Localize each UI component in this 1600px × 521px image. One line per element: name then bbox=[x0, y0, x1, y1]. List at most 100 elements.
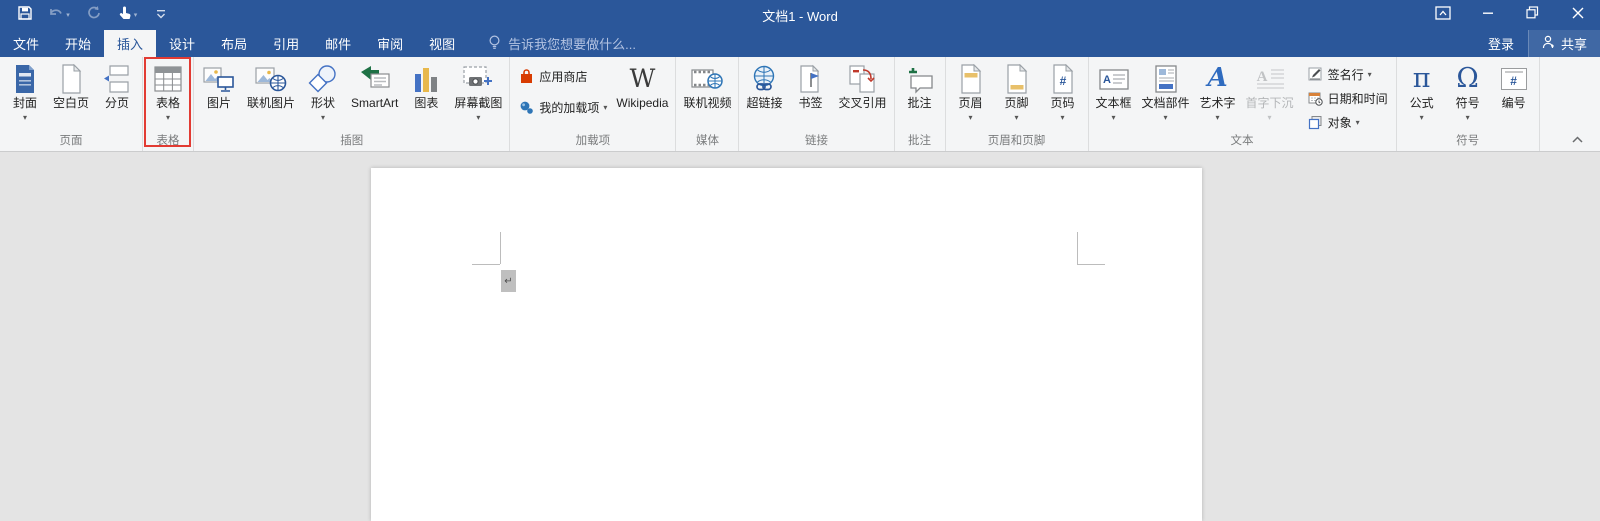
group-links-label: 链接 bbox=[741, 134, 891, 151]
date-time-button[interactable]: 日期和时间 bbox=[1307, 90, 1388, 107]
group-media-label: 媒体 bbox=[678, 134, 736, 151]
sign-in-label: 登录 bbox=[1488, 34, 1514, 53]
screenshot-button[interactable]: 屏幕截图 ▾ bbox=[449, 60, 507, 123]
svg-text:#: # bbox=[1059, 74, 1066, 88]
table-button[interactable]: 表格 ▾ bbox=[145, 60, 191, 123]
wikipedia-button[interactable]: W Wikipedia bbox=[611, 60, 673, 123]
group-table-label: 表格 bbox=[145, 134, 191, 151]
store-button[interactable]: 应用商店 bbox=[518, 68, 607, 85]
drop-cap-button[interactable]: A 首字下沉 ▾ bbox=[1241, 60, 1299, 123]
save-icon bbox=[17, 5, 33, 26]
tab-mailings[interactable]: 邮件 bbox=[312, 30, 364, 57]
tab-review[interactable]: 审阅 bbox=[364, 30, 416, 57]
object-button[interactable]: 对象 ▾ bbox=[1307, 114, 1388, 131]
undo-button[interactable]: ▾ bbox=[42, 0, 76, 30]
header-button[interactable]: 页眉 ▾ bbox=[948, 60, 994, 123]
page-number-button[interactable]: # 页码 ▾ bbox=[1040, 60, 1086, 123]
blank-page-label: 空白页 bbox=[53, 96, 89, 111]
shapes-button[interactable]: 形状 ▾ bbox=[300, 60, 346, 123]
online-pictures-button[interactable]: 联机图片 bbox=[242, 60, 300, 123]
my-addins-dropdown-icon: ▾ bbox=[603, 103, 607, 113]
group-addins-label: 加载项 bbox=[512, 134, 673, 151]
cover-page-dropdown-icon: ▾ bbox=[23, 113, 27, 123]
smartart-button[interactable]: SmartArt bbox=[346, 60, 403, 123]
tab-layout[interactable]: 布局 bbox=[208, 30, 260, 57]
chart-icon bbox=[408, 62, 444, 95]
comment-button[interactable]: 批注 bbox=[897, 60, 943, 123]
page-break-icon bbox=[99, 62, 135, 95]
screenshot-dropdown-icon: ▾ bbox=[476, 113, 480, 123]
page-break-button[interactable]: 分页 bbox=[94, 60, 140, 123]
tab-design[interactable]: 设计 bbox=[156, 30, 208, 57]
shapes-dropdown-icon: ▾ bbox=[321, 113, 325, 123]
wikipedia-icon: W bbox=[624, 62, 660, 95]
close-button[interactable] bbox=[1555, 0, 1600, 30]
cover-page-label: 封面 bbox=[13, 96, 37, 111]
number-button[interactable]: # 编号 bbox=[1491, 60, 1537, 123]
store-label: 应用商店 bbox=[539, 68, 587, 85]
my-addins-label: 我的加载项 bbox=[539, 99, 599, 116]
sign-in-button[interactable]: 登录 bbox=[1474, 30, 1528, 57]
tell-me-box[interactable]: 告诉我您想要做什么... bbox=[488, 30, 636, 57]
tab-home-label: 开始 bbox=[65, 34, 91, 53]
shapes-label: 形状 bbox=[311, 96, 335, 111]
tab-view[interactable]: 视图 bbox=[416, 30, 468, 57]
store-icon bbox=[518, 69, 535, 85]
tab-file-label: 文件 bbox=[13, 34, 39, 53]
table-icon bbox=[150, 62, 186, 95]
drop-cap-label: 首字下沉 bbox=[1246, 96, 1294, 111]
text-box-icon: A bbox=[1096, 62, 1132, 95]
tab-home[interactable]: 开始 bbox=[52, 30, 104, 57]
tabrow-right: 登录 共享 bbox=[1474, 30, 1600, 57]
group-media: 联机视频 媒体 bbox=[676, 57, 739, 151]
group-addins: 应用商店 我的加载项 ▾ W Wikipedia 加载项 bbox=[510, 57, 676, 151]
online-video-button[interactable]: 联机视频 bbox=[678, 60, 736, 123]
tab-insert[interactable]: 插入 bbox=[104, 30, 156, 57]
symbol-icon: Ω bbox=[1450, 62, 1486, 95]
window-controls bbox=[1420, 0, 1600, 30]
restore-button[interactable] bbox=[1510, 0, 1555, 30]
hyperlink-button[interactable]: 超链接 bbox=[741, 60, 787, 123]
object-dropdown-icon: ▾ bbox=[1356, 118, 1360, 128]
blank-page-button[interactable]: 空白页 bbox=[48, 60, 94, 123]
collapse-ribbon-button[interactable] bbox=[1567, 131, 1587, 147]
group-text: A 文本框 ▾ 文档部件 ▾ A 艺术字 ▾ A 首字下 bbox=[1089, 57, 1397, 151]
touch-mode-dropdown-icon: ▾ bbox=[134, 11, 138, 19]
lightbulb-icon bbox=[488, 35, 501, 53]
footer-button[interactable]: 页脚 ▾ bbox=[994, 60, 1040, 123]
cover-page-button[interactable]: 封面 ▾ bbox=[2, 60, 48, 123]
document-canvas: ↵ bbox=[0, 152, 1600, 521]
number-label: 编号 bbox=[1502, 96, 1526, 111]
quick-parts-button[interactable]: 文档部件 ▾ bbox=[1137, 60, 1195, 123]
text-box-button[interactable]: A 文本框 ▾ bbox=[1091, 60, 1137, 123]
window-title: 文档1 - Word bbox=[0, 6, 1600, 25]
save-button[interactable] bbox=[8, 0, 42, 30]
touch-mode-button[interactable]: ▾ bbox=[110, 0, 144, 30]
cover-page-icon bbox=[7, 62, 43, 95]
signature-line-button[interactable]: 签名行 ▾ bbox=[1307, 66, 1388, 83]
chart-button[interactable]: 图表 bbox=[403, 60, 449, 123]
tab-file[interactable]: 文件 bbox=[0, 30, 52, 57]
date-time-icon bbox=[1307, 91, 1324, 107]
pictures-button[interactable]: 图片 bbox=[196, 60, 242, 123]
quick-parts-label: 文档部件 bbox=[1142, 96, 1190, 111]
bookmark-button[interactable]: 书签 bbox=[787, 60, 833, 123]
pictures-icon bbox=[201, 62, 237, 95]
tab-references[interactable]: 引用 bbox=[260, 30, 312, 57]
margin-crop-mark-right-horizontal bbox=[1077, 264, 1105, 265]
wordart-button[interactable]: A 艺术字 ▾ bbox=[1195, 60, 1241, 123]
tab-insert-label: 插入 bbox=[117, 34, 143, 53]
table-dropdown-icon: ▾ bbox=[166, 113, 170, 123]
number-icon: # bbox=[1496, 62, 1532, 95]
share-button[interactable]: 共享 bbox=[1528, 30, 1600, 57]
minimize-button[interactable] bbox=[1465, 0, 1510, 30]
document-page[interactable]: ↵ bbox=[371, 168, 1202, 521]
equation-button[interactable]: π 公式 ▾ bbox=[1399, 60, 1445, 123]
ribbon-display-options-button[interactable] bbox=[1420, 0, 1465, 30]
customize-qat-button[interactable] bbox=[144, 0, 178, 30]
repeat-button[interactable] bbox=[76, 0, 110, 30]
symbol-button[interactable]: Ω 符号 ▾ bbox=[1445, 60, 1491, 123]
cross-reference-button[interactable]: 交叉引用 bbox=[833, 60, 891, 123]
footer-icon bbox=[999, 62, 1035, 95]
my-addins-button[interactable]: 我的加载项 ▾ bbox=[518, 99, 607, 116]
